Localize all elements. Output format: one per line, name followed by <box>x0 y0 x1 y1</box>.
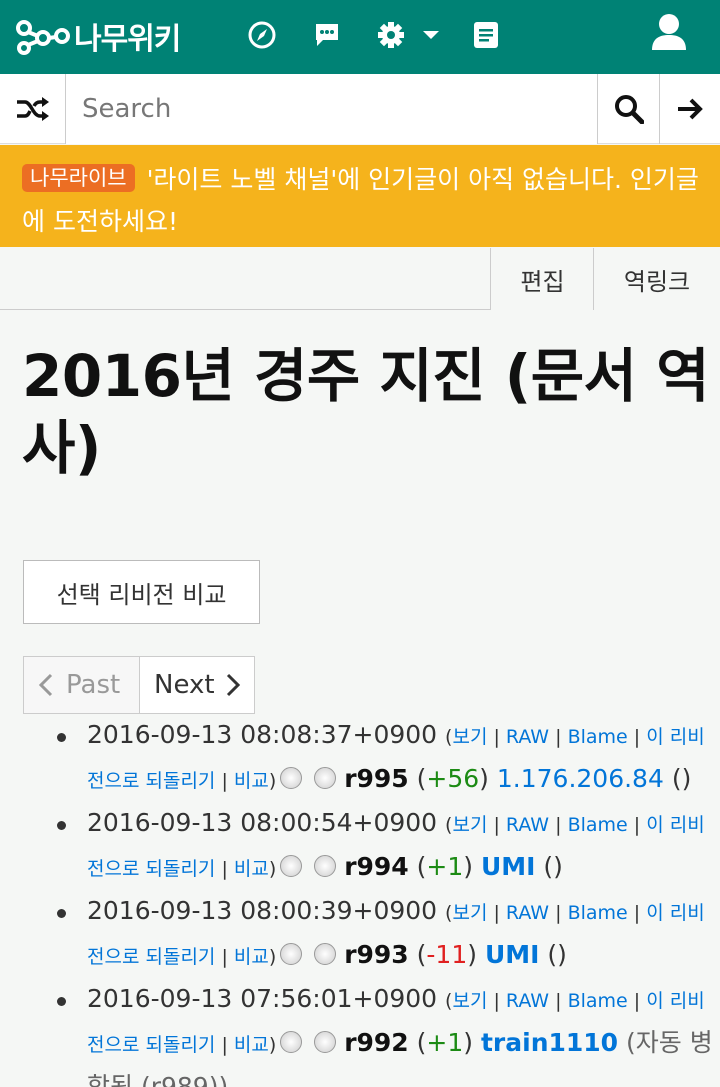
change-size: -11 <box>426 940 468 969</box>
user-icon[interactable] <box>650 12 688 52</box>
logo-icon <box>16 20 70 55</box>
old-revision-radio[interactable] <box>280 767 303 789</box>
search-input[interactable] <box>66 74 597 144</box>
compare-link[interactable]: 비교 <box>234 770 269 792</box>
site-logo[interactable]: 나무위키 <box>16 14 181 58</box>
edit-summary: () <box>671 764 692 793</box>
blame-link[interactable]: Blame <box>568 902 628 924</box>
compass-icon[interactable] <box>245 18 279 52</box>
revision-date: 2016-09-13 07:56:01+0900 <box>87 984 438 1013</box>
top-navbar: 나무위키 <box>0 0 720 74</box>
comment-icon[interactable] <box>310 18 344 52</box>
document-tabs: 편집 역링크 <box>0 248 720 310</box>
author-link[interactable]: UMI <box>485 940 539 969</box>
raw-link[interactable]: RAW <box>506 726 549 748</box>
edit-summary: () <box>547 940 567 969</box>
random-button[interactable] <box>0 74 66 144</box>
author-link[interactable]: 1.176.206.84 <box>497 764 664 793</box>
compare-link[interactable]: 비교 <box>234 946 269 968</box>
blame-link[interactable]: Blame <box>568 990 628 1012</box>
page-title: 2016년 경주 지진 (문서 역사) <box>22 342 710 482</box>
revision-number: r994 <box>344 852 409 881</box>
new-revision-radio[interactable] <box>314 1031 337 1053</box>
old-revision-radio[interactable] <box>280 1031 303 1053</box>
change-size: +1 <box>426 1028 464 1057</box>
list-item: 2016-09-13 07:56:01+0900 (보기 | RAW | Bla… <box>52 978 716 1087</box>
revision-number: r995 <box>344 764 409 793</box>
author-link[interactable]: train1110 <box>481 1028 618 1057</box>
list-item: 2016-09-13 08:00:39+0900 (보기 | RAW | Bla… <box>52 890 716 978</box>
compare-link[interactable]: 비교 <box>234 1034 269 1056</box>
revision-list: 2016-09-13 08:08:37+0900 (보기 | RAW | Bla… <box>52 714 716 1087</box>
chevron-left-icon <box>38 673 53 697</box>
revision-number: r992 <box>344 1028 409 1057</box>
revision-date: 2016-09-13 08:00:39+0900 <box>87 896 438 925</box>
view-link[interactable]: 보기 <box>452 902 487 924</box>
compare-link[interactable]: 비교 <box>234 858 269 880</box>
tab-edit[interactable]: 편집 <box>490 248 594 310</box>
new-revision-radio[interactable] <box>314 943 337 965</box>
new-revision-radio[interactable] <box>314 767 337 789</box>
chevron-down-icon[interactable] <box>414 18 448 52</box>
list-item: 2016-09-13 08:00:54+0900 (보기 | RAW | Bla… <box>52 802 716 890</box>
search-icon <box>614 95 644 124</box>
edit-summary: () <box>543 852 563 881</box>
view-link[interactable]: 보기 <box>452 814 487 836</box>
revision-date: 2016-09-13 08:00:54+0900 <box>87 808 438 837</box>
logo-text: 나무위키 <box>74 22 181 57</box>
list-item: 2016-09-13 08:08:37+0900 (보기 | RAW | Bla… <box>52 714 716 802</box>
chevron-right-icon <box>226 673 240 697</box>
shuffle-icon <box>16 97 49 121</box>
change-size: +56 <box>426 764 480 793</box>
past-button[interactable]: Past <box>23 656 140 714</box>
revision-date: 2016-09-13 08:08:37+0900 <box>87 720 438 749</box>
revision-number: r993 <box>344 940 409 969</box>
view-link[interactable]: 보기 <box>452 726 487 748</box>
blame-link[interactable]: Blame <box>568 726 628 748</box>
raw-link[interactable]: RAW <box>506 902 549 924</box>
compare-revisions-button[interactable]: 선택 리비전 비교 <box>23 560 260 624</box>
old-revision-radio[interactable] <box>280 855 303 877</box>
live-badge[interactable]: 나무라이브 <box>22 164 135 192</box>
next-label: Next <box>154 670 215 700</box>
raw-link[interactable]: RAW <box>506 990 549 1012</box>
tab-backlinks[interactable]: 역링크 <box>593 248 720 310</box>
arrow-right-icon <box>678 98 703 120</box>
search-button[interactable] <box>597 74 659 144</box>
next-button[interactable]: Next <box>139 656 255 714</box>
past-label: Past <box>66 670 121 700</box>
document-icon[interactable] <box>469 18 503 52</box>
gear-icon[interactable] <box>374 18 408 52</box>
search-bar <box>0 74 720 144</box>
author-link[interactable]: UMI <box>481 852 535 881</box>
view-link[interactable]: 보기 <box>452 990 487 1012</box>
old-revision-radio[interactable] <box>280 943 303 965</box>
change-size: +1 <box>426 852 464 881</box>
raw-link[interactable]: RAW <box>506 814 549 836</box>
live-banner: 나무라이브 '라이트 노벨 채널'에 인기글이 아직 없습니다. 인기글에 도전… <box>0 145 720 247</box>
new-revision-radio[interactable] <box>314 855 337 877</box>
blame-link[interactable]: Blame <box>568 814 628 836</box>
go-button[interactable] <box>659 74 720 144</box>
